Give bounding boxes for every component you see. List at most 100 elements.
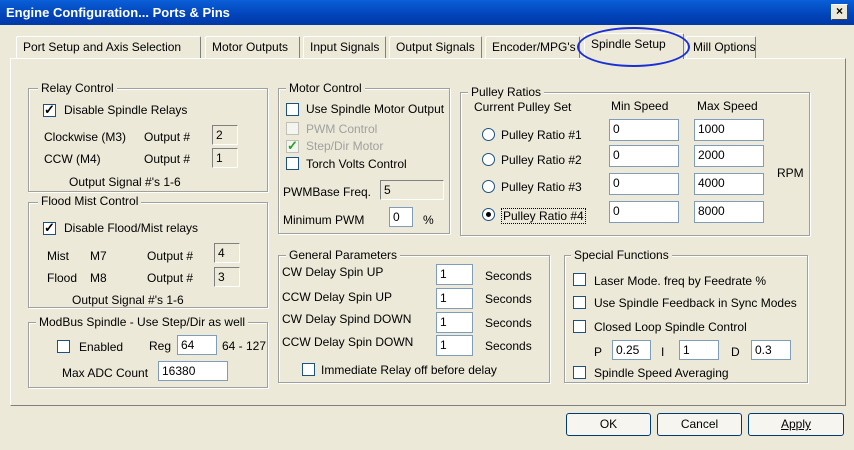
spindle-feedback-label: Use Spindle Feedback in Sync Modes [594,296,797,310]
pwm-control-checkbox[interactable] [286,122,299,135]
window-title-bar: Engine Configuration... Ports & Pins [0,0,854,25]
pulley-ratio-1-label: Pulley Ratio #1 [501,128,582,142]
flood-mist-title: Flood Mist Control [38,194,142,208]
p-label: P [594,345,603,359]
ccw-delay-down-field[interactable]: 1 [436,335,473,356]
ccw-output-field[interactable]: 1 [212,148,238,168]
ccw-delay-up-field[interactable]: 1 [436,288,473,309]
torch-volts-checkbox[interactable] [286,157,299,170]
pulley-ratio-3-max-field[interactable]: 4000 [694,173,764,195]
pwmbase-label: PWMBase Freq. [283,185,372,199]
motor-control-title: Motor Control [286,81,365,95]
pulley-ratio-1-radio[interactable] [482,128,495,141]
laser-mode-label: Laser Mode. freq by Feedrate % [594,274,767,288]
use-spindle-motor-checkbox[interactable] [286,103,299,116]
ccw-delay-up-unit: Seconds [485,292,532,306]
closed-loop-label: Closed Loop Spindle Control [594,320,747,334]
flood-output-field[interactable]: 3 [214,267,240,287]
tab-label: Encoder/MPG's [492,40,576,54]
tab-label: Input Signals [310,40,380,54]
min-speed-header: Min Speed [611,99,669,113]
reg-range: 64 - 127 [222,339,267,353]
tab-input-signals[interactable]: Input Signals [303,36,386,58]
pulley-ratio-4-radio[interactable] [482,208,495,221]
reg-field[interactable]: 64 [177,335,217,355]
pulley-ratio-2-max-field[interactable]: 2000 [694,145,764,167]
mist-label: Mist [47,249,69,263]
speed-averaging-checkbox[interactable] [573,366,586,379]
tab-label: Port Setup and Axis Selection [23,40,182,54]
cw-delay-down-unit: Seconds [485,316,532,330]
tab-encoder-mpg[interactable]: Encoder/MPG's [485,36,580,58]
pulley-ratio-2-min-field[interactable]: 0 [609,145,679,167]
disable-flood-mist-checkbox[interactable] [43,220,56,236]
tab-motor-outputs[interactable]: Motor Outputs [205,36,300,58]
cw-delay-up-unit: Seconds [485,269,532,283]
ccw-delay-up-label: CCW Delay Spin UP [282,290,393,304]
close-button[interactable]: × [831,4,848,20]
apply-button[interactable]: Apply [748,413,844,436]
pulley-ratio-3-radio[interactable] [482,180,495,193]
pulley-ratio-2-radio[interactable] [482,153,495,166]
relay-control-title: Relay Control [38,81,117,95]
ok-button[interactable]: OK [566,413,651,436]
cw-output-label: Output # [144,130,191,144]
tab-port-setup[interactable]: Port Setup and Axis Selection [16,36,201,58]
cw-delay-up-field[interactable]: 1 [436,264,473,285]
pulley-ratio-1-min-field[interactable]: 0 [609,119,679,141]
cw-output-field[interactable]: 2 [212,125,238,145]
max-adc-label: Max ADC Count [62,366,149,380]
pulley-ratio-4-label: Pulley Ratio #4 [501,208,586,224]
pulley-ratio-2-label: Pulley Ratio #2 [501,153,582,167]
tab-mill-options[interactable]: Mill Options [686,36,756,58]
disable-flood-mist-label: Disable Flood/Mist relays [64,221,199,235]
mist-code: M7 [90,249,107,263]
window-title: Engine Configuration... Ports & Pins [6,5,230,20]
min-pwm-field[interactable]: 0 [389,207,413,227]
step-dir-checkbox[interactable] [286,138,299,154]
mist-output-field[interactable]: 4 [214,243,240,263]
min-pwm-unit: % [423,213,434,227]
pulley-ratio-1-max-field[interactable]: 1000 [694,119,764,141]
cancel-button[interactable]: Cancel [657,413,742,436]
mist-output-label: Output # [147,249,194,263]
pulley-ratio-4-max-field[interactable]: 8000 [694,201,764,223]
tab-label: Motor Outputs [212,40,289,54]
spindle-feedback-checkbox[interactable] [573,296,586,309]
current-pulley-label: Current Pulley Set [474,100,572,114]
max-adc-field[interactable]: 16380 [158,361,228,381]
pulley-ratio-3-min-field[interactable]: 0 [609,173,679,195]
pulley-ratio-3-label: Pulley Ratio #3 [501,180,582,194]
clockwise-label: Clockwise (M3) [44,130,127,144]
d-label: D [731,345,740,359]
modbus-enabled-checkbox[interactable] [57,340,70,353]
disable-spindle-relays-checkbox[interactable] [43,102,56,118]
ccw-delay-down-label: CCW Delay Spin DOWN [282,335,414,349]
flood-label: Flood [47,271,78,285]
use-spindle-motor-label: Use Spindle Motor Output [306,102,445,116]
cw-delay-down-field[interactable]: 1 [436,312,473,333]
rpm-unit: RPM [777,166,804,180]
p-field[interactable]: 0.25 [612,340,651,360]
closed-loop-checkbox[interactable] [573,320,586,333]
immediate-relay-checkbox[interactable] [302,363,315,376]
special-functions-title: Special Functions [571,248,672,262]
flood-output-label: Output # [147,271,194,285]
ccw-label: CCW (M4) [44,152,101,166]
ccw-delay-down-unit: Seconds [485,339,532,353]
highlight-ellipse [577,27,690,67]
torch-volts-label: Torch Volts Control [306,157,407,171]
reg-label: Reg [149,339,172,353]
pulley-ratio-4-min-field[interactable]: 0 [609,201,679,223]
tab-output-signals[interactable]: Output Signals [389,36,482,58]
pwmbase-field[interactable]: 5 [380,180,444,200]
pwm-control-label: PWM Control [306,122,378,136]
pulley-ratios-title: Pulley Ratios [468,85,545,99]
flood-output-note: Output Signal #'s 1-6 [72,293,184,307]
i-field[interactable]: 1 [679,340,719,360]
step-dir-label: Step/Dir Motor [306,139,384,153]
d-field[interactable]: 0.3 [751,340,791,360]
tab-label: Output Signals [396,40,475,54]
speed-averaging-label: Spindle Speed Averaging [594,366,729,380]
laser-mode-checkbox[interactable] [573,273,586,286]
